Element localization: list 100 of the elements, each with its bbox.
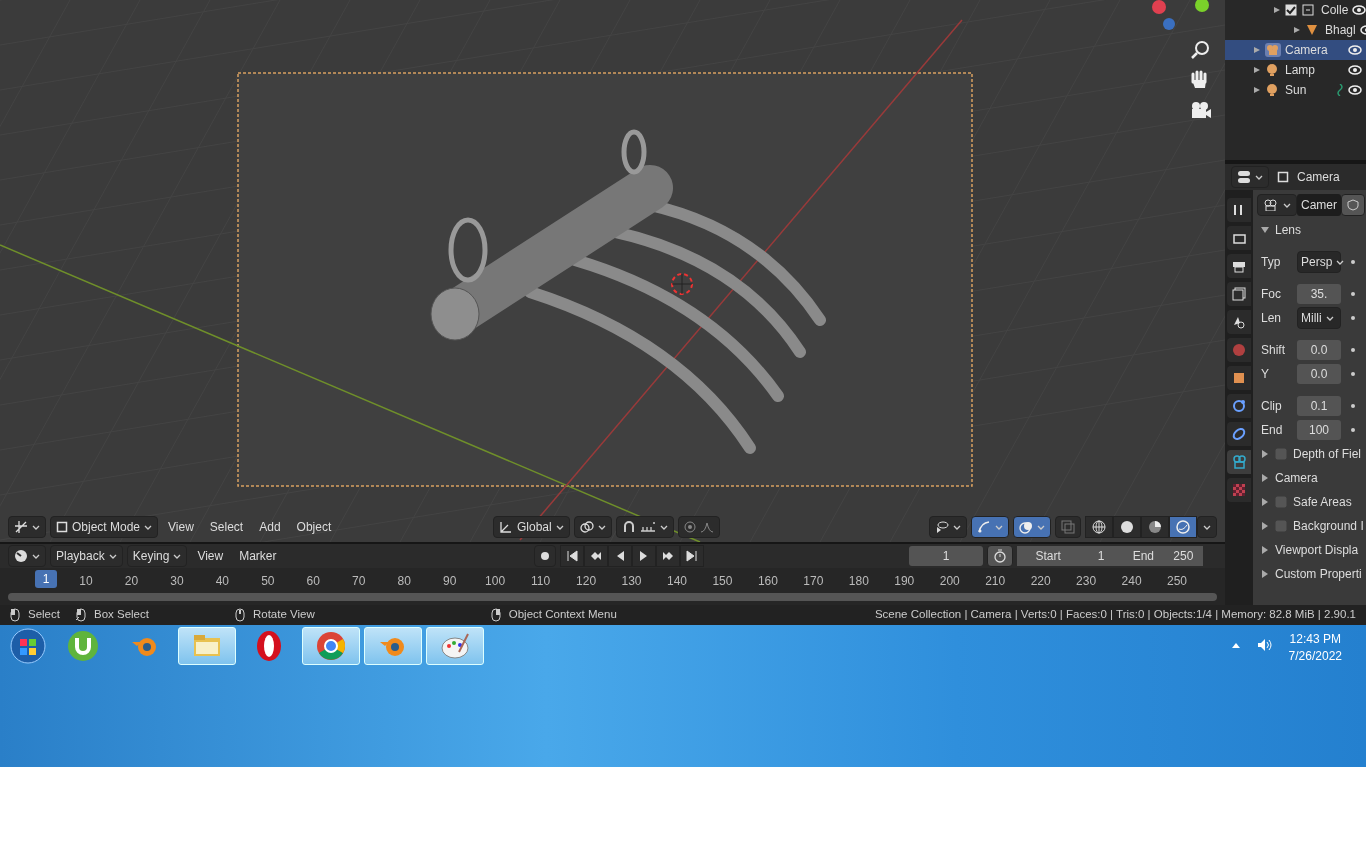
- menu-item[interactable]: Add: [253, 518, 287, 536]
- timeline-scrollbar[interactable]: [8, 593, 1217, 601]
- outliner-item[interactable]: Camera: [1225, 40, 1366, 60]
- visibility-dropdown[interactable]: [929, 516, 967, 538]
- properties-tab[interactable]: [1227, 366, 1251, 390]
- taskbar-app-button[interactable]: [302, 627, 360, 665]
- disclosure-triangle-icon[interactable]: [1261, 474, 1269, 482]
- gizmo-toggle-button[interactable]: [971, 516, 1009, 538]
- disclosure-triangle-icon[interactable]: [1253, 66, 1261, 74]
- record-button[interactable]: [534, 545, 556, 567]
- checkbox-icon[interactable]: [1275, 496, 1287, 508]
- playback-button[interactable]: [680, 545, 704, 567]
- eye-icon[interactable]: [1348, 45, 1362, 55]
- outliner-item[interactable]: Sun: [1225, 80, 1366, 100]
- navigation-gizmo-drawing[interactable]: [1152, 0, 1209, 30]
- fake-user-button[interactable]: [1341, 194, 1365, 216]
- menu-item[interactable]: Marker: [233, 547, 283, 565]
- disclosure-triangle-icon[interactable]: [1261, 450, 1269, 458]
- editor-type-button[interactable]: [1231, 166, 1269, 188]
- playback-button[interactable]: [560, 545, 584, 567]
- taskbar-app-button[interactable]: [426, 627, 484, 665]
- shading-options-button[interactable]: [1197, 516, 1217, 538]
- outliner-item[interactable]: Colle: [1225, 0, 1366, 20]
- menu-dropdown[interactable]: Keying: [126, 545, 188, 567]
- proportional-edit-button[interactable]: [677, 516, 720, 538]
- outliner-item[interactable]: Bhagl: [1225, 20, 1366, 40]
- properties-tab[interactable]: [1227, 198, 1251, 222]
- dropdown-field[interactable]: Persp: [1297, 251, 1341, 273]
- taskbar-app-button[interactable]: [364, 627, 422, 665]
- disclosure-triangle-icon[interactable]: [1261, 570, 1269, 578]
- speaker-icon[interactable]: [1256, 638, 1273, 652]
- properties-tab[interactable]: [1227, 226, 1251, 250]
- editor-type-button[interactable]: [8, 545, 46, 567]
- shading-mode-button[interactable]: [1169, 516, 1197, 538]
- shading-mode-button[interactable]: [1085, 516, 1113, 538]
- frame-range-field[interactable]: Start 1: [1017, 546, 1123, 566]
- playback-button[interactable]: [608, 545, 632, 567]
- number-field[interactable]: 100: [1297, 420, 1341, 440]
- checkbox-icon[interactable]: [1275, 448, 1287, 460]
- keyframe-dot-icon[interactable]: [1351, 372, 1355, 376]
- disclosure-triangle-icon[interactable]: [1273, 6, 1281, 14]
- datablock-name-field[interactable]: Camer: [1297, 194, 1341, 216]
- properties-tab[interactable]: [1227, 254, 1251, 278]
- shading-mode-button[interactable]: [1113, 516, 1141, 538]
- properties-tab[interactable]: [1227, 422, 1251, 446]
- disclosure-triangle-icon[interactable]: [1261, 498, 1269, 506]
- outliner-item[interactable]: Lamp: [1225, 60, 1366, 80]
- preview-range-button[interactable]: [987, 545, 1013, 567]
- pivot-dropdown[interactable]: [573, 516, 612, 538]
- playback-button[interactable]: [584, 545, 608, 567]
- clock-time[interactable]: 12:43 PM: [1288, 631, 1342, 648]
- disclosure-triangle-icon[interactable]: [1293, 26, 1301, 34]
- keyframe-dot-icon[interactable]: [1351, 404, 1355, 408]
- panel-header[interactable]: Background I: [1257, 516, 1366, 536]
- menu-item[interactable]: View: [162, 518, 200, 536]
- panel-header[interactable]: Custom Properti: [1257, 564, 1366, 584]
- menu-item[interactable]: View: [191, 547, 230, 565]
- clock-date[interactable]: 7/26/2022: [1288, 648, 1342, 665]
- number-field[interactable]: 0.0: [1297, 364, 1341, 384]
- xray-toggle-button[interactable]: [1055, 516, 1081, 538]
- up-arrow-icon[interactable]: [1230, 641, 1241, 649]
- keyframe-dot-icon[interactable]: [1351, 292, 1355, 296]
- keyframe-dot-icon[interactable]: [1351, 316, 1355, 320]
- disclosure-triangle-icon[interactable]: [1261, 546, 1269, 554]
- checkbox-icon[interactable]: [1275, 520, 1287, 532]
- current-frame-marker[interactable]: 1: [35, 570, 57, 588]
- eye-icon[interactable]: [1348, 85, 1362, 95]
- panel-header[interactable]: Lens: [1257, 220, 1366, 240]
- orientation-dropdown[interactable]: Global: [493, 516, 570, 538]
- keyframe-dot-icon[interactable]: [1351, 428, 1355, 432]
- zoom-icon[interactable]: [1191, 41, 1209, 59]
- number-field[interactable]: 35.: [1297, 284, 1341, 304]
- editor-type-button[interactable]: [8, 516, 46, 538]
- playback-button[interactable]: [656, 545, 680, 567]
- overlay-toggle-button[interactable]: [1013, 516, 1051, 538]
- current-frame-field[interactable]: 1: [909, 546, 983, 566]
- panel-header[interactable]: Safe Areas: [1257, 492, 1366, 512]
- hand-icon[interactable]: [1191, 70, 1207, 88]
- frame-range-field[interactable]: End 250: [1123, 546, 1203, 566]
- datablock-type-button[interactable]: [1257, 194, 1297, 216]
- panel-header[interactable]: Viewport Displa: [1257, 540, 1366, 560]
- eye-icon[interactable]: [1352, 5, 1366, 15]
- keyframe-dot-icon[interactable]: [1351, 260, 1355, 264]
- properties-tab[interactable]: [1227, 394, 1251, 418]
- eye-icon[interactable]: [1348, 65, 1362, 75]
- camera-icon[interactable]: [1192, 102, 1211, 118]
- menu-item[interactable]: Select: [203, 518, 250, 536]
- panel-header[interactable]: Camera: [1257, 468, 1366, 488]
- disclosure-triangle-icon[interactable]: [1253, 46, 1261, 54]
- mode-dropdown[interactable]: Object Mode: [50, 516, 159, 538]
- disclosure-triangle-icon[interactable]: [1261, 522, 1269, 530]
- dropdown-field[interactable]: Milli: [1297, 307, 1341, 329]
- disclosure-triangle-icon[interactable]: [1261, 226, 1269, 234]
- disclosure-triangle-icon[interactable]: [1253, 86, 1261, 94]
- menu-item[interactable]: Object: [290, 518, 338, 536]
- snap-dropdown[interactable]: [615, 516, 674, 538]
- properties-tab[interactable]: [1227, 310, 1251, 334]
- checkbox-icon[interactable]: [1285, 4, 1297, 16]
- number-field[interactable]: 0.0: [1297, 340, 1341, 360]
- number-field[interactable]: 0.1: [1297, 396, 1341, 416]
